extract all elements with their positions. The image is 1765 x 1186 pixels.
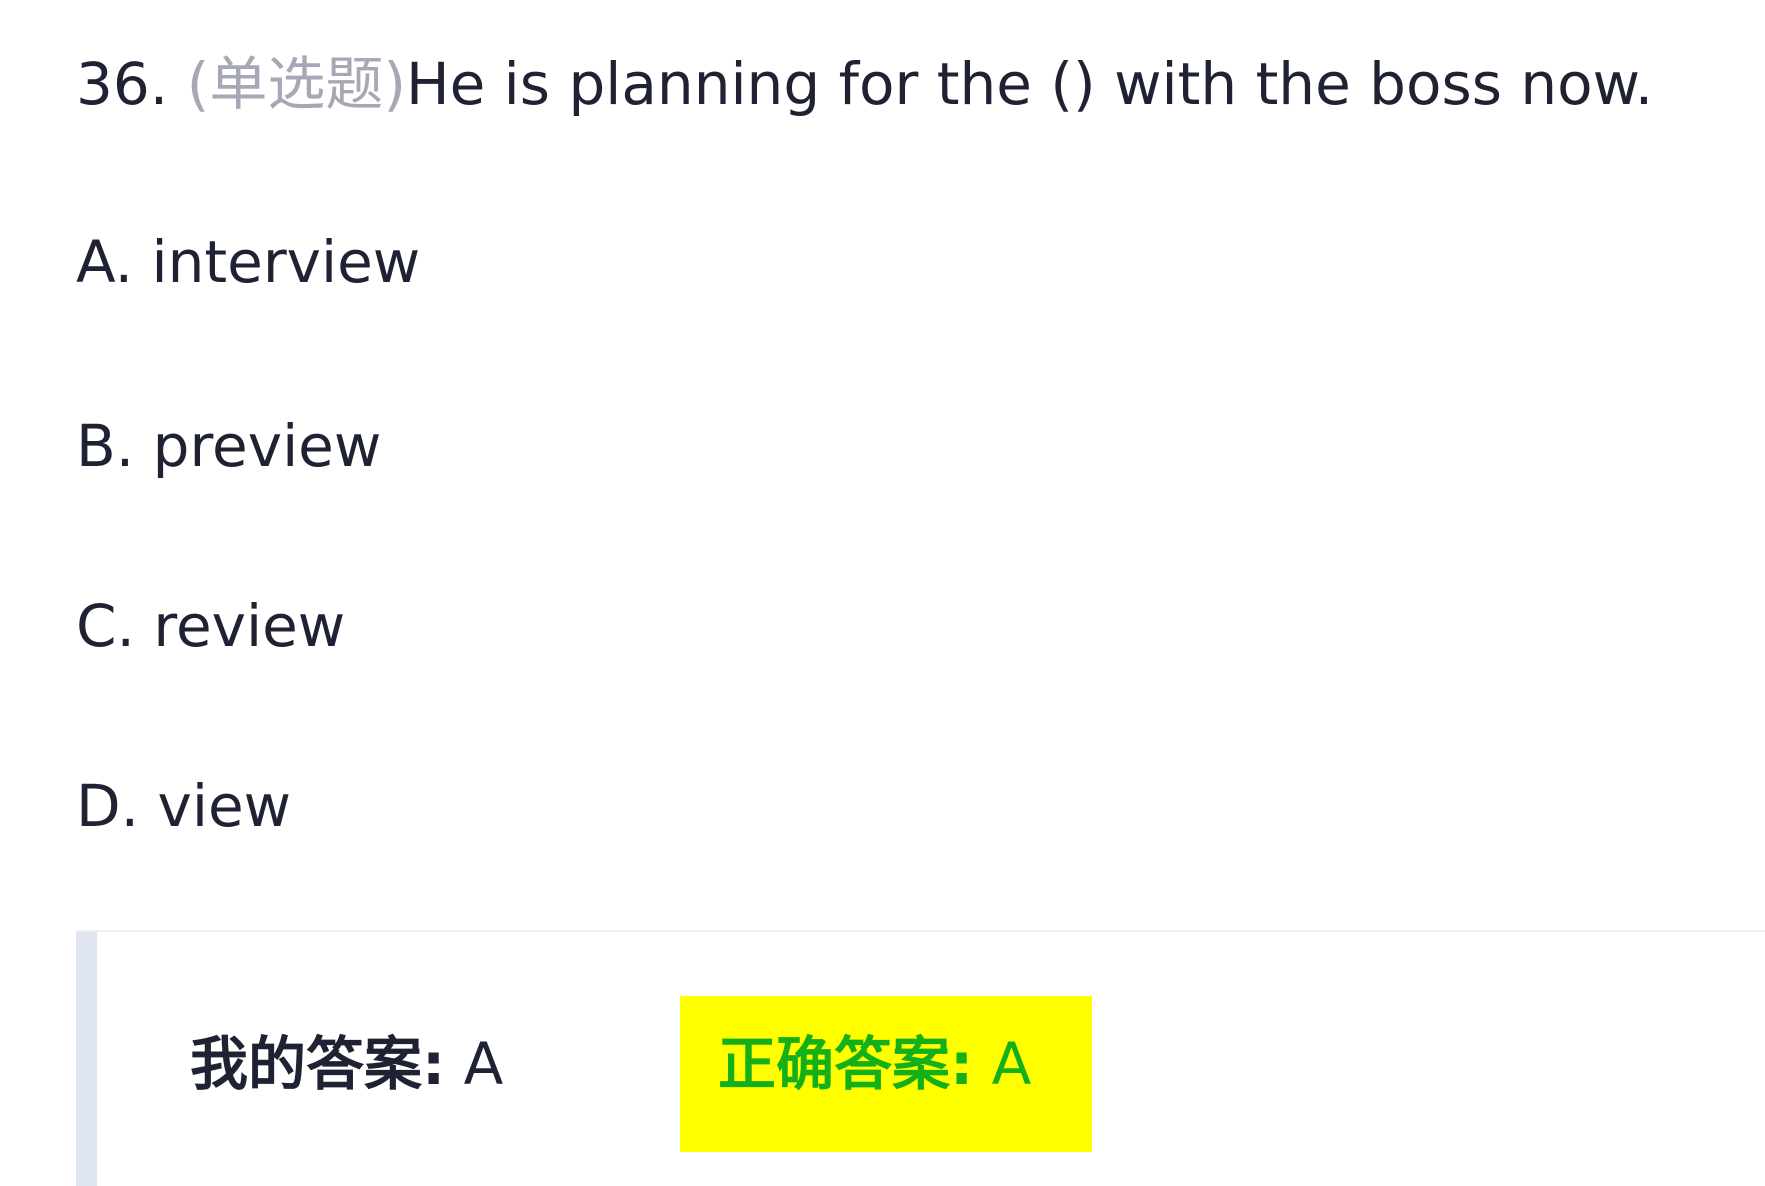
option-c[interactable]: C. review	[76, 586, 345, 666]
question-title: 36. (单选题)He is planning for the () with …	[76, 44, 1653, 124]
option-a[interactable]: A. interview	[76, 222, 420, 302]
question-number: 36.	[76, 50, 169, 118]
option-b-letter: B.	[76, 412, 135, 480]
option-d[interactable]: D. view	[76, 766, 291, 846]
option-b-text: preview	[152, 412, 382, 480]
option-c-letter: C.	[76, 592, 135, 660]
answer-panel: 我的答案: A 正确答案: A	[76, 930, 1765, 1186]
question-type-tag: (单选题)	[186, 50, 406, 118]
option-d-text: view	[157, 772, 292, 840]
my-answer: 我的答案: A	[190, 1024, 503, 1104]
answer-panel-side-bar	[76, 932, 97, 1186]
option-b[interactable]: B. preview	[76, 406, 381, 486]
my-answer-label: 我的答案:	[190, 1030, 446, 1098]
correct-answer-highlight: 正确答案: A	[680, 996, 1092, 1152]
correct-answer-value: A	[991, 1030, 1032, 1098]
correct-answer-label: 正确答案:	[718, 1030, 974, 1098]
question-text: He is planning for the () with the boss …	[405, 50, 1654, 118]
option-a-letter: A.	[76, 228, 134, 296]
option-d-letter: D.	[76, 772, 140, 840]
option-a-text: interview	[151, 228, 421, 296]
my-answer-value: A	[463, 1030, 504, 1098]
option-c-text: review	[153, 592, 346, 660]
